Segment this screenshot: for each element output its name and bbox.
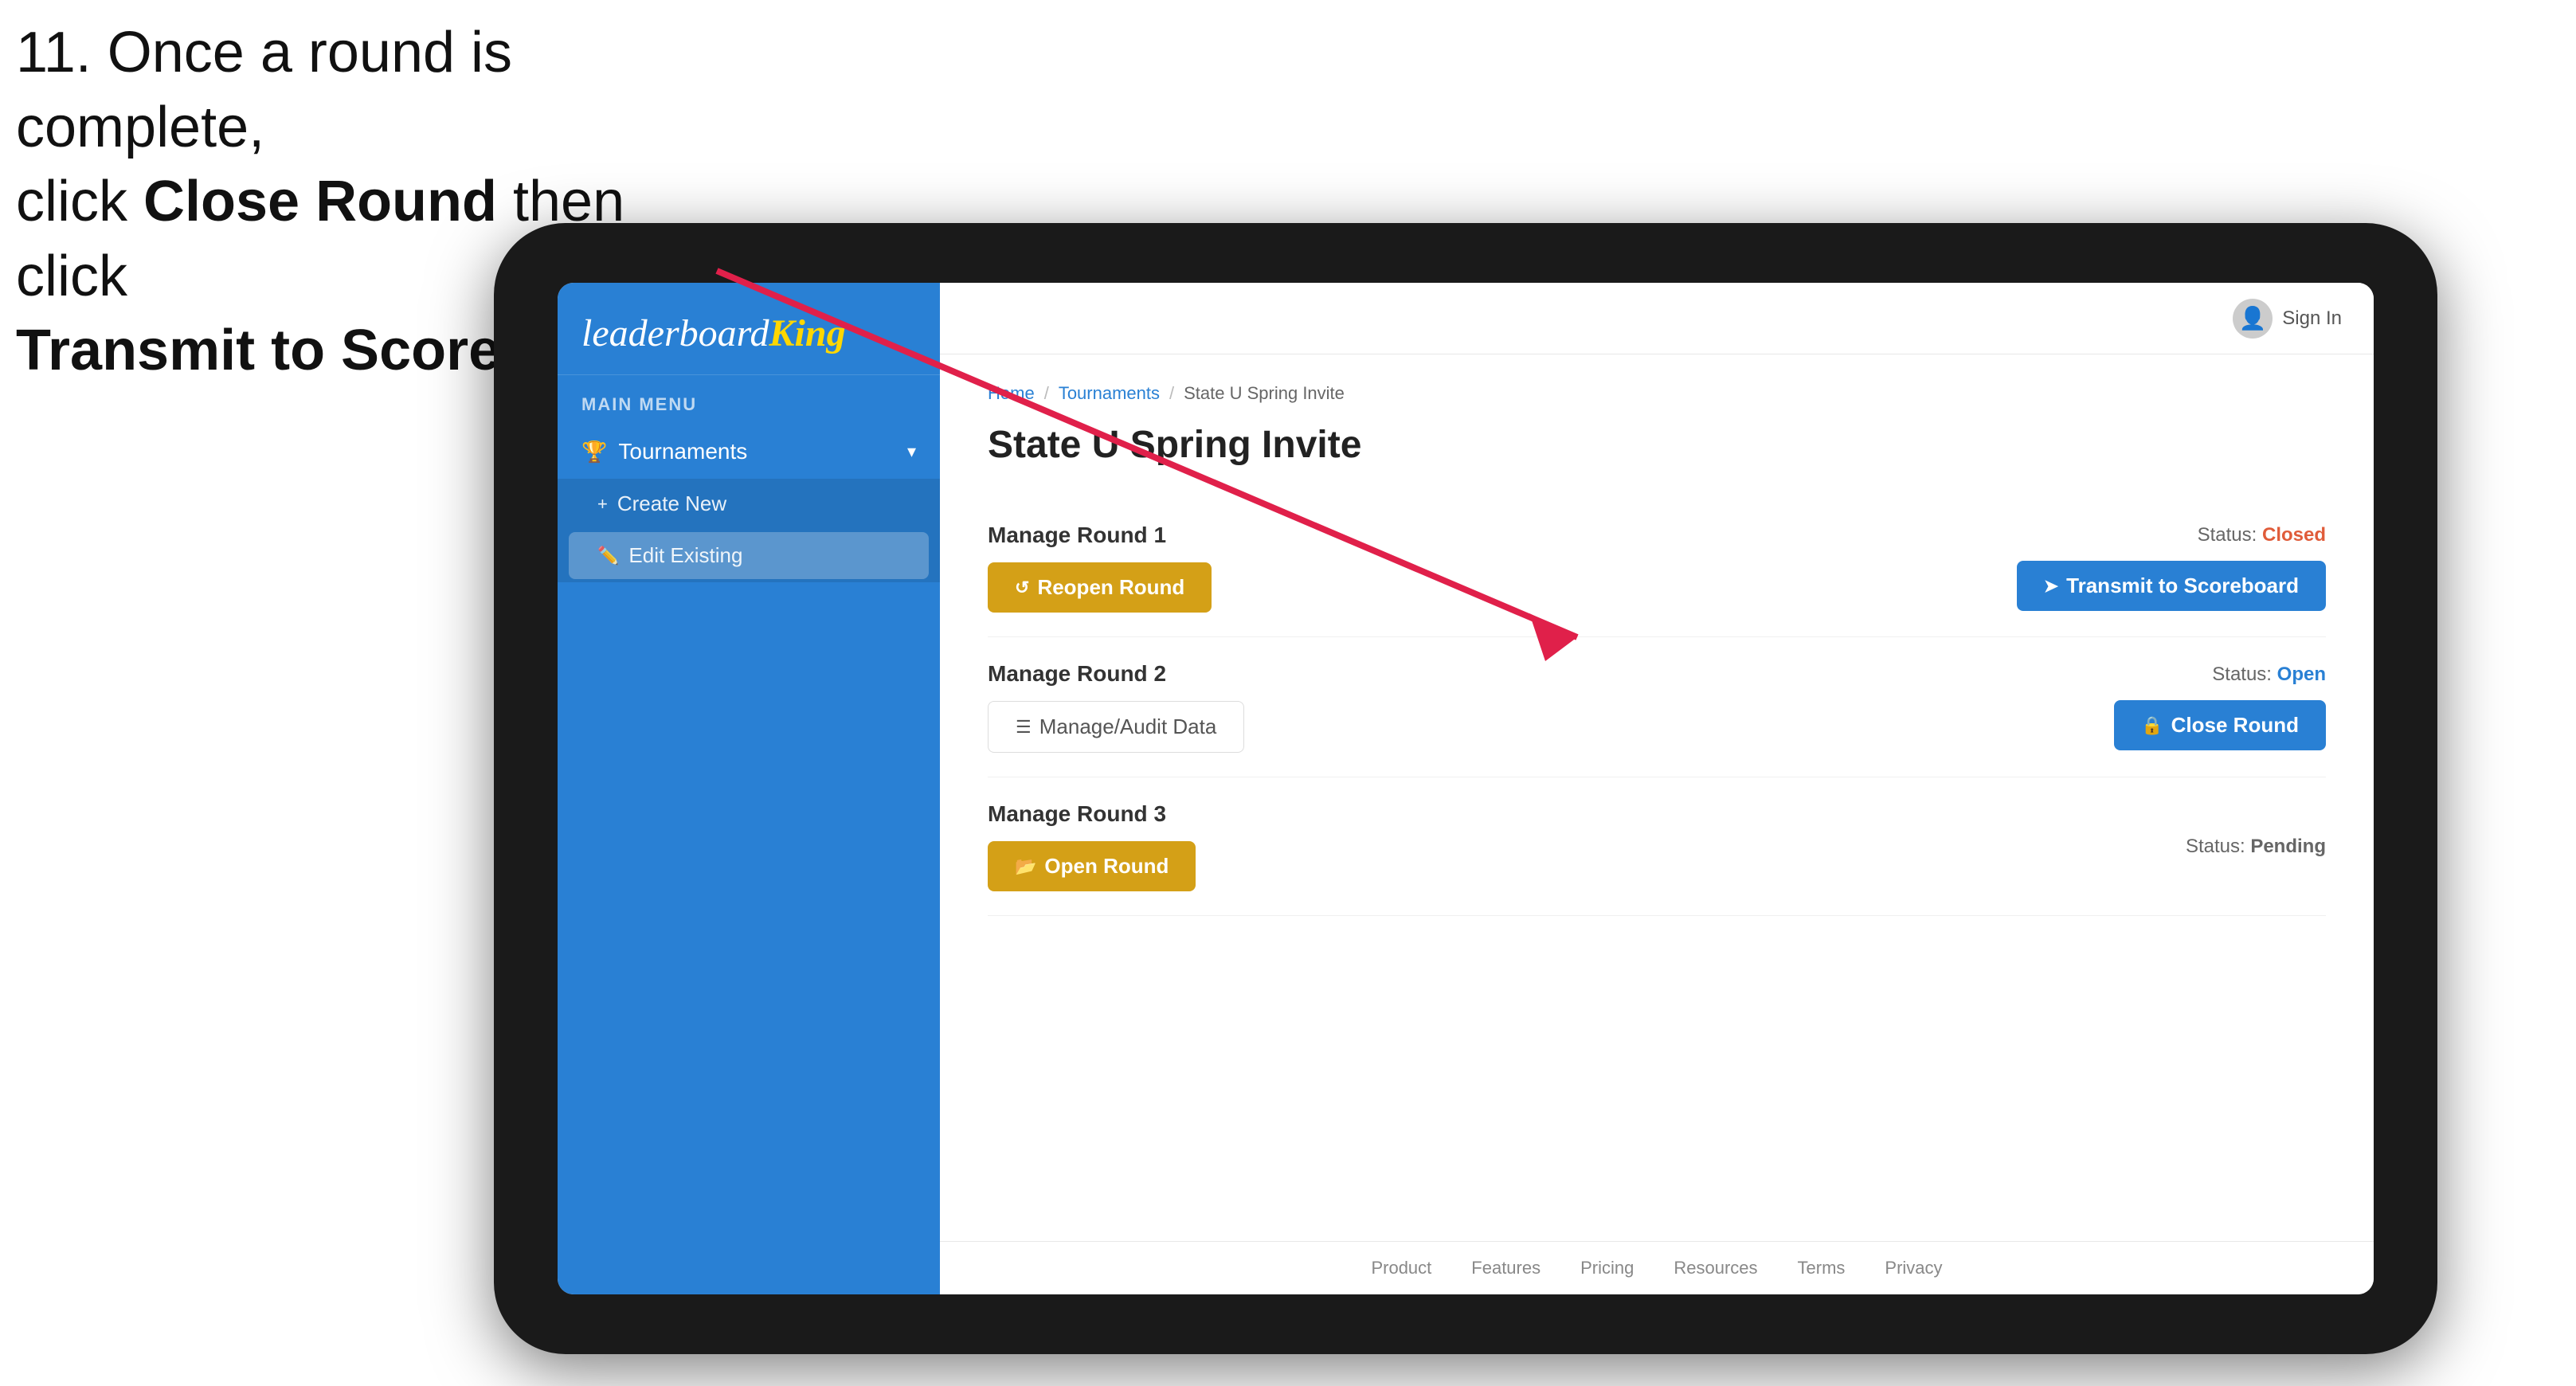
manage-icon: ☰ bbox=[1016, 717, 1032, 738]
round-2-title: Manage Round 2 bbox=[988, 661, 1244, 687]
round-2-status-value: Open bbox=[2277, 664, 2326, 685]
edit-icon: ✏️ bbox=[597, 546, 619, 566]
footer-terms[interactable]: Terms bbox=[1798, 1258, 1846, 1278]
lock-icon: 🔒 bbox=[2141, 715, 2163, 736]
chevron-down-icon: ▾ bbox=[907, 441, 916, 462]
footer-product[interactable]: Product bbox=[1371, 1258, 1431, 1278]
logo-leaderboard-text: leaderboard bbox=[581, 312, 769, 354]
round-3-title: Manage Round 3 bbox=[988, 801, 1196, 827]
sidebar-sub-menu: + Create New ✏️ Edit Existing bbox=[558, 479, 940, 582]
plus-icon: + bbox=[597, 494, 608, 515]
content-area: Home / Tournaments / State U Spring Invi… bbox=[940, 354, 2374, 1241]
reopen-icon: ↺ bbox=[1015, 578, 1029, 598]
round-3-status-label: Status: bbox=[2186, 836, 2245, 857]
sign-in-button[interactable]: 👤 Sign In bbox=[2233, 299, 2342, 339]
round-1-title: Manage Round 1 bbox=[988, 523, 1212, 548]
round-1-status-value: Closed bbox=[2262, 524, 2326, 546]
sidebar-create-new-label: Create New bbox=[617, 491, 726, 516]
sidebar-logo: leaderboardKing bbox=[558, 283, 940, 375]
main-content: 👤 Sign In Home / Tournaments / State U S… bbox=[940, 283, 2374, 1294]
footer-resources[interactable]: Resources bbox=[1674, 1258, 1757, 1278]
sidebar-item-tournaments[interactable]: 🏆 Tournaments ▾ bbox=[558, 425, 940, 479]
footer: Product Features Pricing Resources Terms… bbox=[940, 1241, 2374, 1294]
open-round-icon: 📂 bbox=[1015, 856, 1036, 877]
reopen-round-label: Reopen Round bbox=[1037, 575, 1184, 600]
breadcrumb-sep1: / bbox=[1044, 383, 1049, 404]
round-2-section: Manage Round 2 ☰ Manage/Audit Data Statu… bbox=[988, 637, 2326, 777]
close-round-label: Close Round bbox=[2171, 713, 2299, 738]
trophy-icon: 🏆 bbox=[581, 440, 607, 464]
breadcrumb: Home / Tournaments / State U Spring Invi… bbox=[988, 383, 2326, 404]
manage-audit-label: Manage/Audit Data bbox=[1039, 715, 1217, 739]
round-2-right: Status: Open 🔒 Close Round bbox=[2114, 664, 2326, 750]
round-1-left: Manage Round 1 ↺ Reopen Round bbox=[988, 523, 1212, 613]
round-1-right: Status: Closed ➤ Transmit to Scoreboard bbox=[2017, 524, 2326, 611]
tablet-frame: leaderboardKing MAIN MENU 🏆 Tournaments … bbox=[494, 223, 2437, 1354]
instruction-close-round: Close Round bbox=[143, 170, 497, 233]
breadcrumb-home[interactable]: Home bbox=[988, 383, 1035, 404]
user-avatar: 👤 bbox=[2233, 299, 2273, 339]
round-1-status: Status: Closed bbox=[2198, 524, 2326, 546]
breadcrumb-tournaments[interactable]: Tournaments bbox=[1059, 383, 1160, 404]
open-round-button[interactable]: 📂 Open Round bbox=[988, 841, 1196, 891]
reopen-round-button[interactable]: ↺ Reopen Round bbox=[988, 562, 1212, 613]
sign-in-label: Sign In bbox=[2282, 307, 2342, 330]
sidebar-create-new[interactable]: + Create New bbox=[558, 479, 940, 529]
round-2-status: Status: Open bbox=[2212, 664, 2326, 686]
sidebar-edit-existing-label: Edit Existing bbox=[628, 543, 742, 568]
sidebar-tournaments-label: Tournaments bbox=[618, 439, 907, 464]
round-2-left: Manage Round 2 ☰ Manage/Audit Data bbox=[988, 661, 1244, 753]
breadcrumb-current: State U Spring Invite bbox=[1184, 383, 1345, 404]
logo-king-text: King bbox=[769, 312, 846, 354]
sidebar: leaderboardKing MAIN MENU 🏆 Tournaments … bbox=[558, 283, 940, 1294]
tablet-screen: leaderboardKing MAIN MENU 🏆 Tournaments … bbox=[558, 283, 2374, 1294]
app-layout: leaderboardKing MAIN MENU 🏆 Tournaments … bbox=[558, 283, 2374, 1294]
instruction-line1: 11. Once a round is complete, bbox=[16, 16, 733, 165]
round-3-right: Status: Pending bbox=[2186, 836, 2326, 858]
transmit-icon: ➤ bbox=[2044, 576, 2058, 597]
round-3-status-value: Pending bbox=[2250, 836, 2326, 857]
round-3-section: Manage Round 3 📂 Open Round Status: Pend… bbox=[988, 777, 2326, 916]
round-3-status: Status: Pending bbox=[2186, 836, 2326, 858]
transmit-label: Transmit to Scoreboard bbox=[2066, 574, 2299, 598]
page-title: State U Spring Invite bbox=[988, 423, 2326, 467]
open-round-label: Open Round bbox=[1044, 854, 1169, 879]
transmit-to-scoreboard-button[interactable]: ➤ Transmit to Scoreboard bbox=[2017, 561, 2326, 611]
logo: leaderboardKing bbox=[581, 311, 916, 355]
round-2-status-label: Status: bbox=[2212, 664, 2272, 685]
round-3-left: Manage Round 3 📂 Open Round bbox=[988, 801, 1196, 891]
footer-privacy[interactable]: Privacy bbox=[1885, 1258, 1942, 1278]
footer-features[interactable]: Features bbox=[1471, 1258, 1541, 1278]
sidebar-edit-existing[interactable]: ✏️ Edit Existing bbox=[569, 532, 929, 579]
round-1-status-label: Status: bbox=[2198, 524, 2257, 546]
close-round-button[interactable]: 🔒 Close Round bbox=[2114, 700, 2326, 750]
instruction-click: click bbox=[16, 170, 143, 233]
top-bar: 👤 Sign In bbox=[940, 283, 2374, 354]
manage-audit-data-button[interactable]: ☰ Manage/Audit Data bbox=[988, 701, 1244, 753]
sidebar-menu-label: MAIN MENU bbox=[558, 375, 940, 425]
footer-pricing[interactable]: Pricing bbox=[1580, 1258, 1634, 1278]
avatar-icon: 👤 bbox=[2239, 305, 2267, 331]
round-1-section: Manage Round 1 ↺ Reopen Round Status: Cl… bbox=[988, 499, 2326, 637]
breadcrumb-sep2: / bbox=[1169, 383, 1174, 404]
